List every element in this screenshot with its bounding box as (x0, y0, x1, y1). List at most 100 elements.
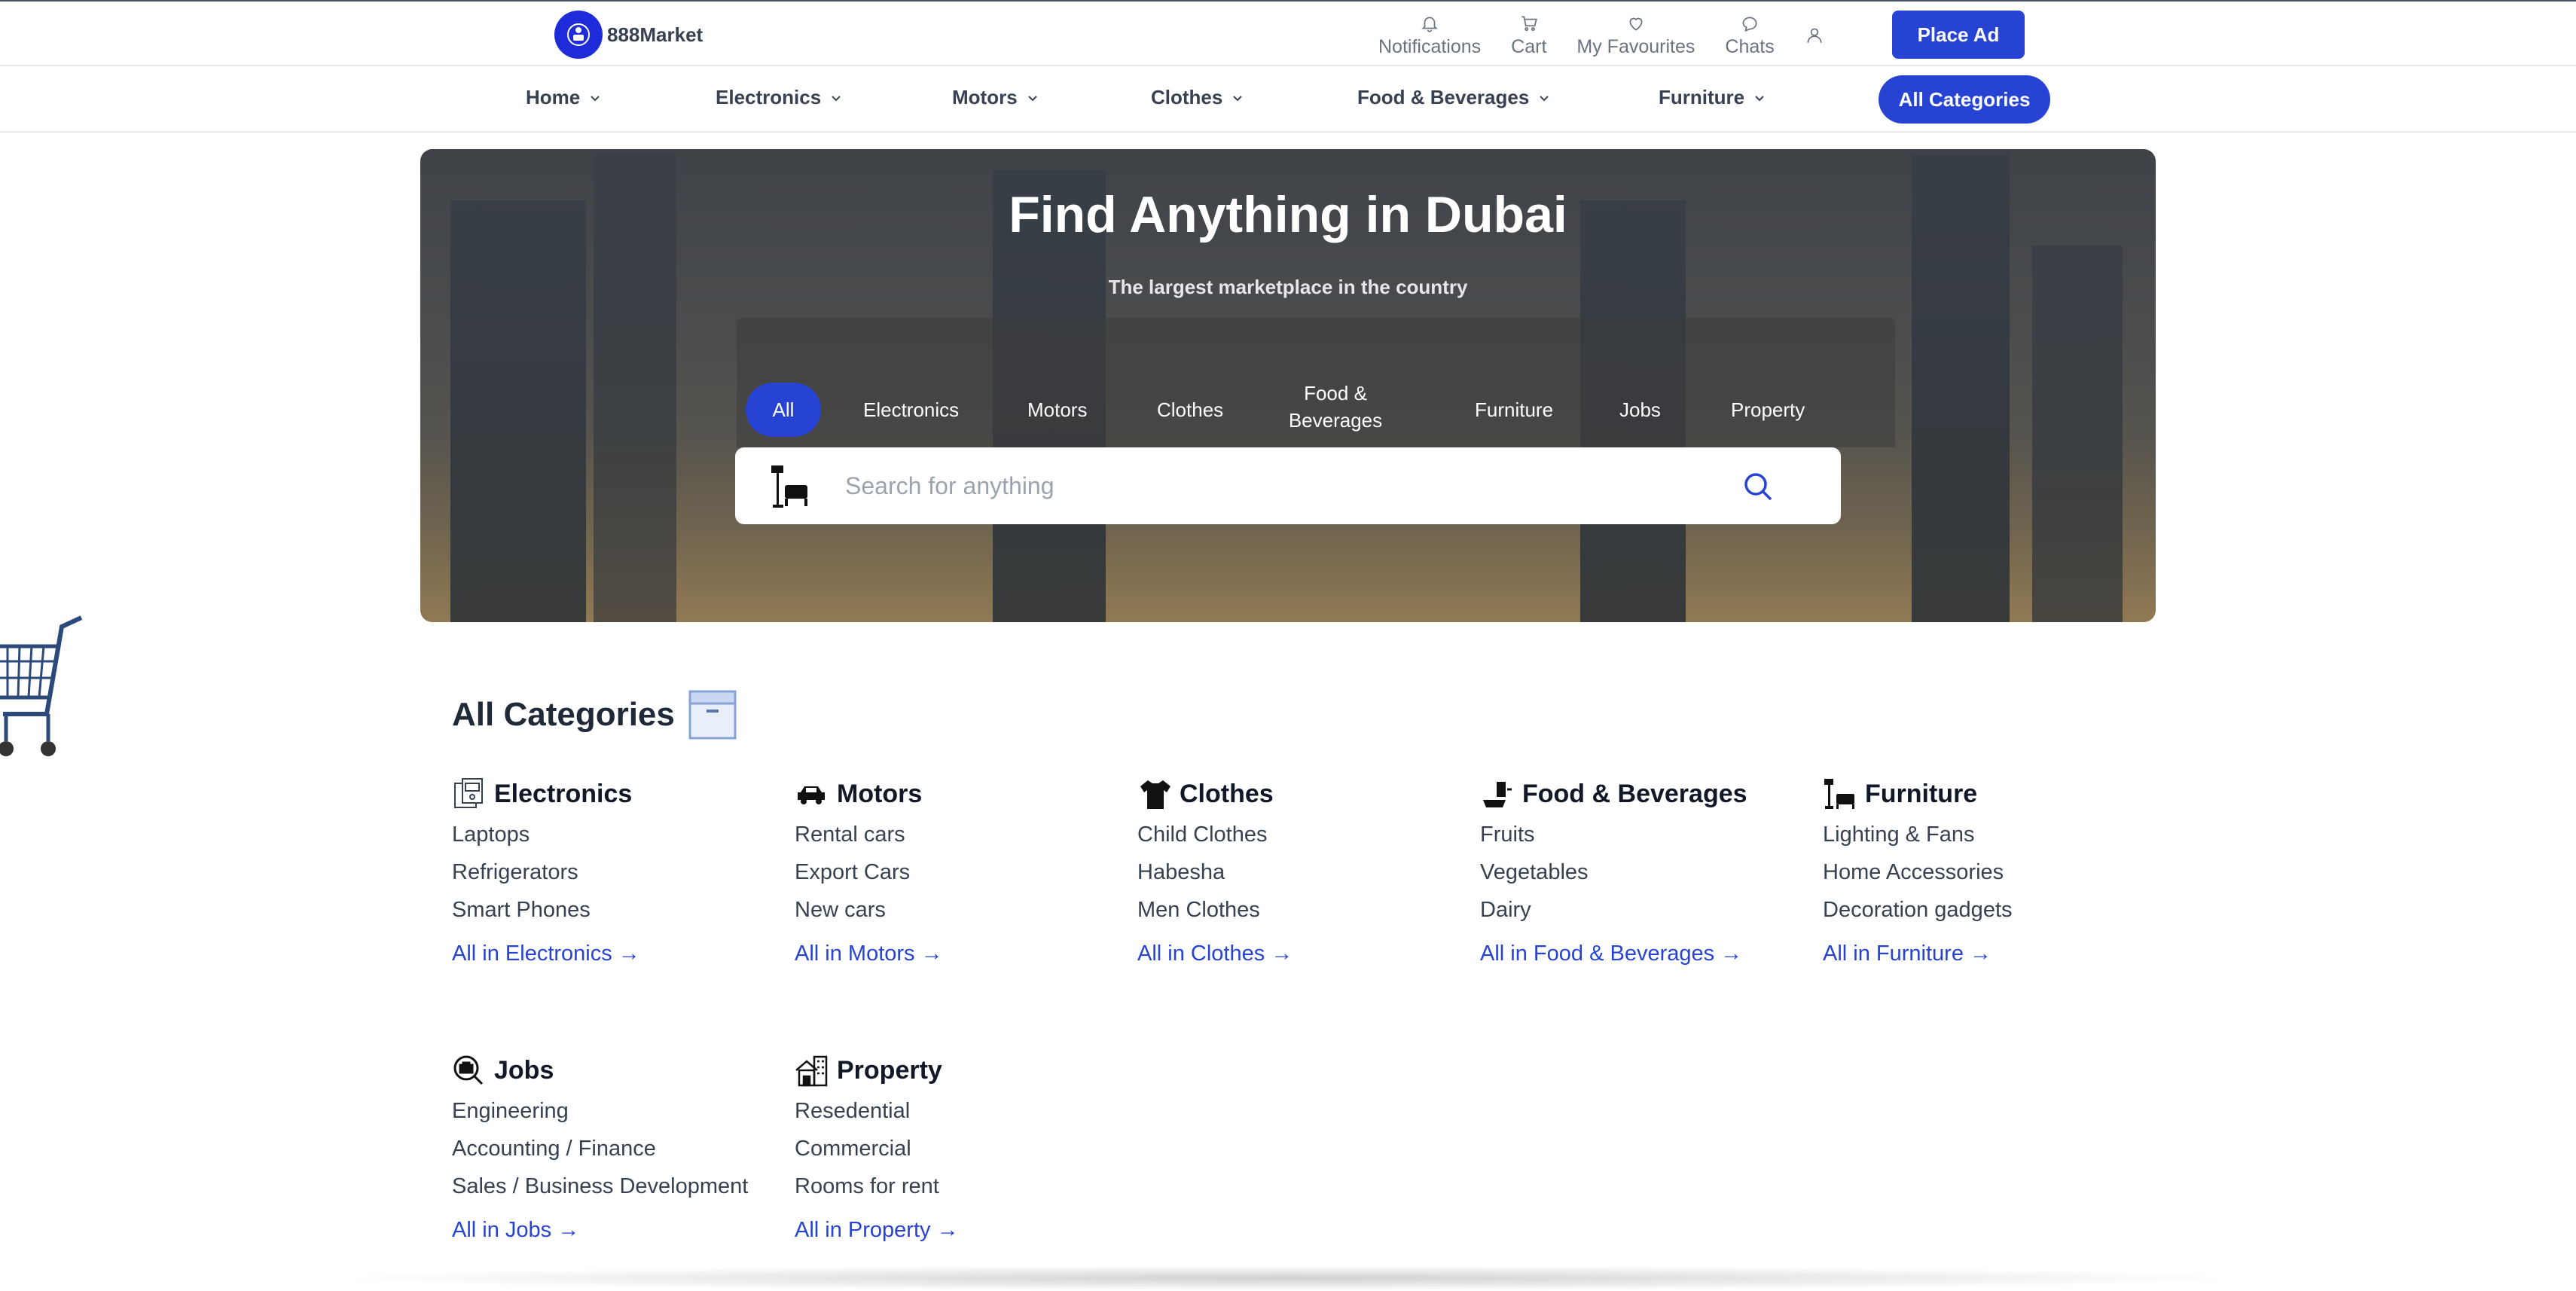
all-in-jobs-link[interactable]: All in Jobs → (452, 1218, 768, 1243)
clothes-icon (1140, 780, 1170, 809)
notifications-label: Notifications (1378, 35, 1482, 57)
category-link[interactable]: Sales / Business Development (452, 1174, 768, 1201)
category-link[interactable]: Rental cars (795, 823, 1111, 850)
category-link[interactable]: Accounting / Finance (452, 1137, 768, 1164)
box-icon (688, 690, 737, 740)
section-title: All Categories (452, 696, 675, 733)
category-link[interactable]: Lighting & Fans (1823, 823, 2139, 850)
car-icon (798, 786, 825, 804)
brand-logo[interactable]: 888Market (554, 11, 703, 59)
search-tab-clothes[interactable]: Clothes (1157, 396, 1223, 423)
category-link[interactable]: Rooms for rent (795, 1174, 1111, 1201)
account-button[interactable] (1805, 26, 1824, 45)
all-categories-heading: All Categories (452, 690, 737, 740)
search-tab-jobs[interactable]: Jobs (1619, 396, 1661, 423)
search-icon[interactable] (1741, 470, 1775, 503)
category-group-motors: Motors Rental cars Export Cars New cars … (795, 776, 1111, 966)
category-link[interactable]: Home Accessories (1823, 860, 2139, 887)
nav-item-label: Electronics (716, 86, 822, 108)
logo-badge-icon (554, 11, 603, 59)
category-link[interactable]: Decoration gadgets (1823, 898, 2139, 925)
category-header[interactable]: Food & Beverages (1480, 776, 1827, 812)
category-link[interactable]: Men Clothes (1137, 898, 1454, 925)
furniture-icon (771, 465, 807, 508)
category-link[interactable]: Habesha (1137, 860, 1454, 887)
search-tab-motors[interactable]: Motors (1027, 396, 1087, 423)
category-link[interactable]: Commercial (795, 1137, 1111, 1164)
category-title: Property (837, 1055, 942, 1085)
nav-item-clothes[interactable]: Clothes (1151, 86, 1245, 109)
category-link[interactable]: Export Cars (795, 860, 1111, 887)
all-in-food-beverages-link[interactable]: All in Food & Beverages → (1480, 942, 1827, 966)
all-in-furniture-link[interactable]: All in Furniture → (1823, 942, 2139, 966)
nav-item-label: Motors (952, 86, 1018, 108)
cart-icon (1521, 15, 1537, 31)
property-icon (795, 1055, 828, 1087)
bell-icon (1421, 17, 1438, 32)
jobs-icon (453, 1055, 484, 1085)
shopping-cart-illustration-icon (0, 615, 83, 756)
category-link[interactable]: Engineering (452, 1099, 768, 1126)
category-group-jobs: Jobs Engineering Accounting / Finance Sa… (452, 1052, 768, 1243)
nav-item-food-beverages[interactable]: Food & Beverages (1357, 86, 1552, 109)
category-title: Electronics (494, 779, 633, 808)
place-ad-button[interactable]: Place Ad (1892, 11, 2025, 59)
category-group-property: Property Resedential Commercial Rooms fo… (795, 1052, 1111, 1243)
food-icon (1483, 782, 1512, 807)
notifications-button[interactable]: Notifications (1378, 14, 1481, 58)
chats-label: Chats (1725, 35, 1775, 57)
search-input[interactable] (845, 465, 1734, 506)
all-in-motors-link[interactable]: All in Motors → (795, 942, 1111, 966)
user-icon (1807, 28, 1822, 43)
category-header[interactable]: Motors (795, 776, 1111, 812)
all-categories-button[interactable]: All Categories (1879, 75, 2050, 124)
favourites-button[interactable]: My Favourites (1576, 14, 1695, 58)
furniture-icon (1824, 779, 1854, 809)
category-link[interactable]: New cars (795, 898, 1111, 925)
category-link[interactable]: Fruits (1480, 823, 1827, 850)
category-link[interactable]: Dairy (1480, 898, 1827, 925)
chevron-down-icon (1755, 95, 1764, 101)
category-link[interactable]: Vegetables (1480, 860, 1827, 887)
category-title: Motors (837, 779, 923, 808)
header-actions: Notifications Cart My Favourites Chats (1378, 9, 1824, 62)
chevron-down-icon (1540, 95, 1549, 101)
category-header[interactable]: Furniture (1823, 776, 2139, 812)
category-link[interactable]: Refrigerators (452, 860, 768, 887)
category-group-clothes: Clothes Child Clothes Habesha Men Clothe… (1137, 776, 1454, 966)
nav-item-furniture[interactable]: Furniture (1659, 86, 1767, 109)
category-header[interactable]: Clothes (1137, 776, 1454, 812)
category-link[interactable]: Smart Phones (452, 898, 768, 925)
category-title: Food & Beverages (1522, 779, 1747, 808)
chats-button[interactable]: Chats (1725, 14, 1775, 58)
all-in-clothes-link[interactable]: All in Clothes → (1137, 942, 1454, 966)
all-in-electronics-link[interactable]: All in Electronics → (452, 942, 768, 966)
category-nav: Home Electronics Motors Clothes Food & B… (0, 66, 2576, 133)
all-in-property-link[interactable]: All in Property → (795, 1218, 1111, 1243)
nav-item-home[interactable]: Home (526, 86, 603, 109)
nav-item-motors[interactable]: Motors (952, 86, 1040, 109)
heart-icon (1629, 17, 1643, 31)
nav-item-electronics[interactable]: Electronics (716, 86, 844, 109)
category-link[interactable]: Child Clothes (1137, 823, 1454, 850)
category-link[interactable]: Laptops (452, 823, 768, 850)
nav-item-label: Furniture (1659, 86, 1745, 108)
top-header: 888Market Notifications Cart My Favourit… (0, 0, 2576, 66)
category-group-furniture: Furniture Lighting & Fans Home Accessori… (1823, 776, 2139, 966)
category-header[interactable]: Electronics (452, 776, 768, 812)
nav-item-label: Food & Beverages (1357, 86, 1530, 108)
search-tab-electronics[interactable]: Electronics (863, 396, 959, 423)
search-tab-furniture[interactable]: Furniture (1475, 396, 1553, 423)
search-tab-all[interactable]: All (746, 383, 821, 437)
hero-subtitle: The largest marketplace in the country (1108, 276, 1468, 298)
search-tab-property[interactable]: Property (1731, 396, 1805, 423)
category-title: Jobs (494, 1055, 554, 1085)
search-box (735, 447, 1841, 524)
hero-banner: Find Anything in Dubai The largest marke… (420, 149, 2156, 622)
hero-title: Find Anything in Dubai (1009, 186, 1567, 243)
cart-button[interactable]: Cart (1511, 14, 1546, 58)
search-tab-food-beverages[interactable]: Food & Beverages (1286, 380, 1384, 434)
category-header[interactable]: Jobs (452, 1052, 768, 1088)
category-header[interactable]: Property (795, 1052, 1111, 1088)
category-link[interactable]: Resedential (795, 1099, 1111, 1126)
